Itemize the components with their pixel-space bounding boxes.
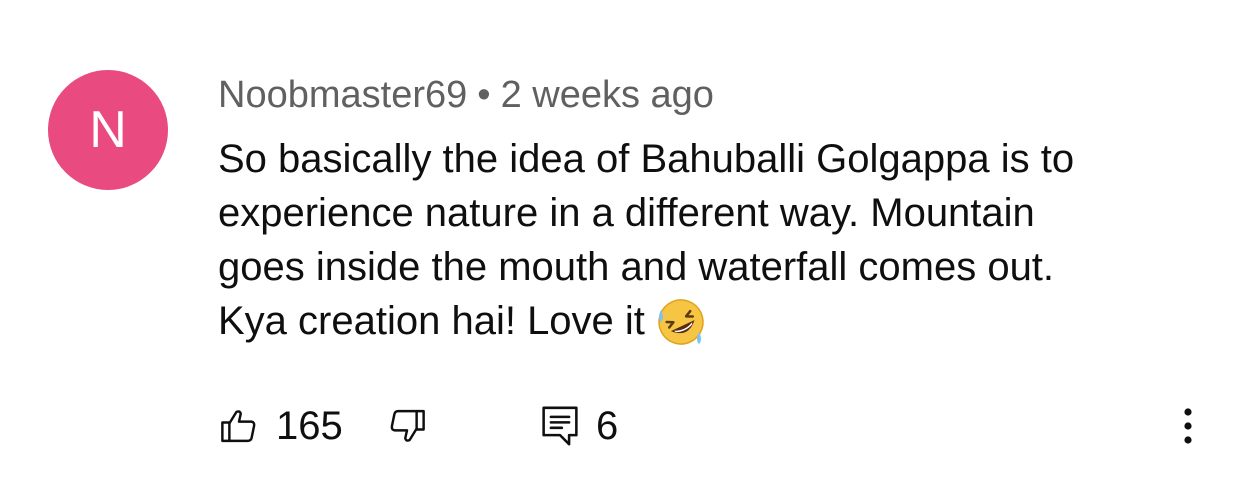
reply-button[interactable] <box>540 400 580 452</box>
reply-count: 6 <box>596 404 619 448</box>
comment-actions: 165 6 <box>218 400 1208 452</box>
like-button[interactable] <box>218 400 260 452</box>
comment-header: Noobmaster69 • 2 weeks ago <box>218 72 714 118</box>
avatar[interactable]: N <box>48 70 168 190</box>
dislike-button[interactable] <box>386 400 428 452</box>
comment-line: So basically the idea of Bahuballi Golga… <box>218 137 1075 181</box>
comment-line: goes inside the mouth and waterfall come… <box>218 245 1055 289</box>
comment-line: experience nature in a different way. Mo… <box>218 191 1035 235</box>
comment-line-last: Kya creation hai! Love it <box>218 294 1208 348</box>
reply-comment-icon <box>540 404 580 448</box>
separator-dot: • <box>477 74 491 116</box>
more-vertical-icon <box>1182 406 1194 446</box>
avatar-letter: N <box>89 101 127 159</box>
like-count: 165 <box>276 404 343 448</box>
comment-timestamp: 2 weeks ago <box>500 74 714 116</box>
comment-line-text: Kya creation hai! Love it <box>218 299 645 343</box>
comment-body: So basically the idea of Bahuballi Golga… <box>218 132 1208 348</box>
author-name[interactable]: Noobmaster69 <box>218 74 467 116</box>
thumbs-down-icon <box>386 405 428 447</box>
more-options-button[interactable] <box>1173 400 1203 452</box>
rolling-on-the-floor-laughing-emoji <box>655 296 707 348</box>
thumbs-up-icon <box>218 405 260 447</box>
